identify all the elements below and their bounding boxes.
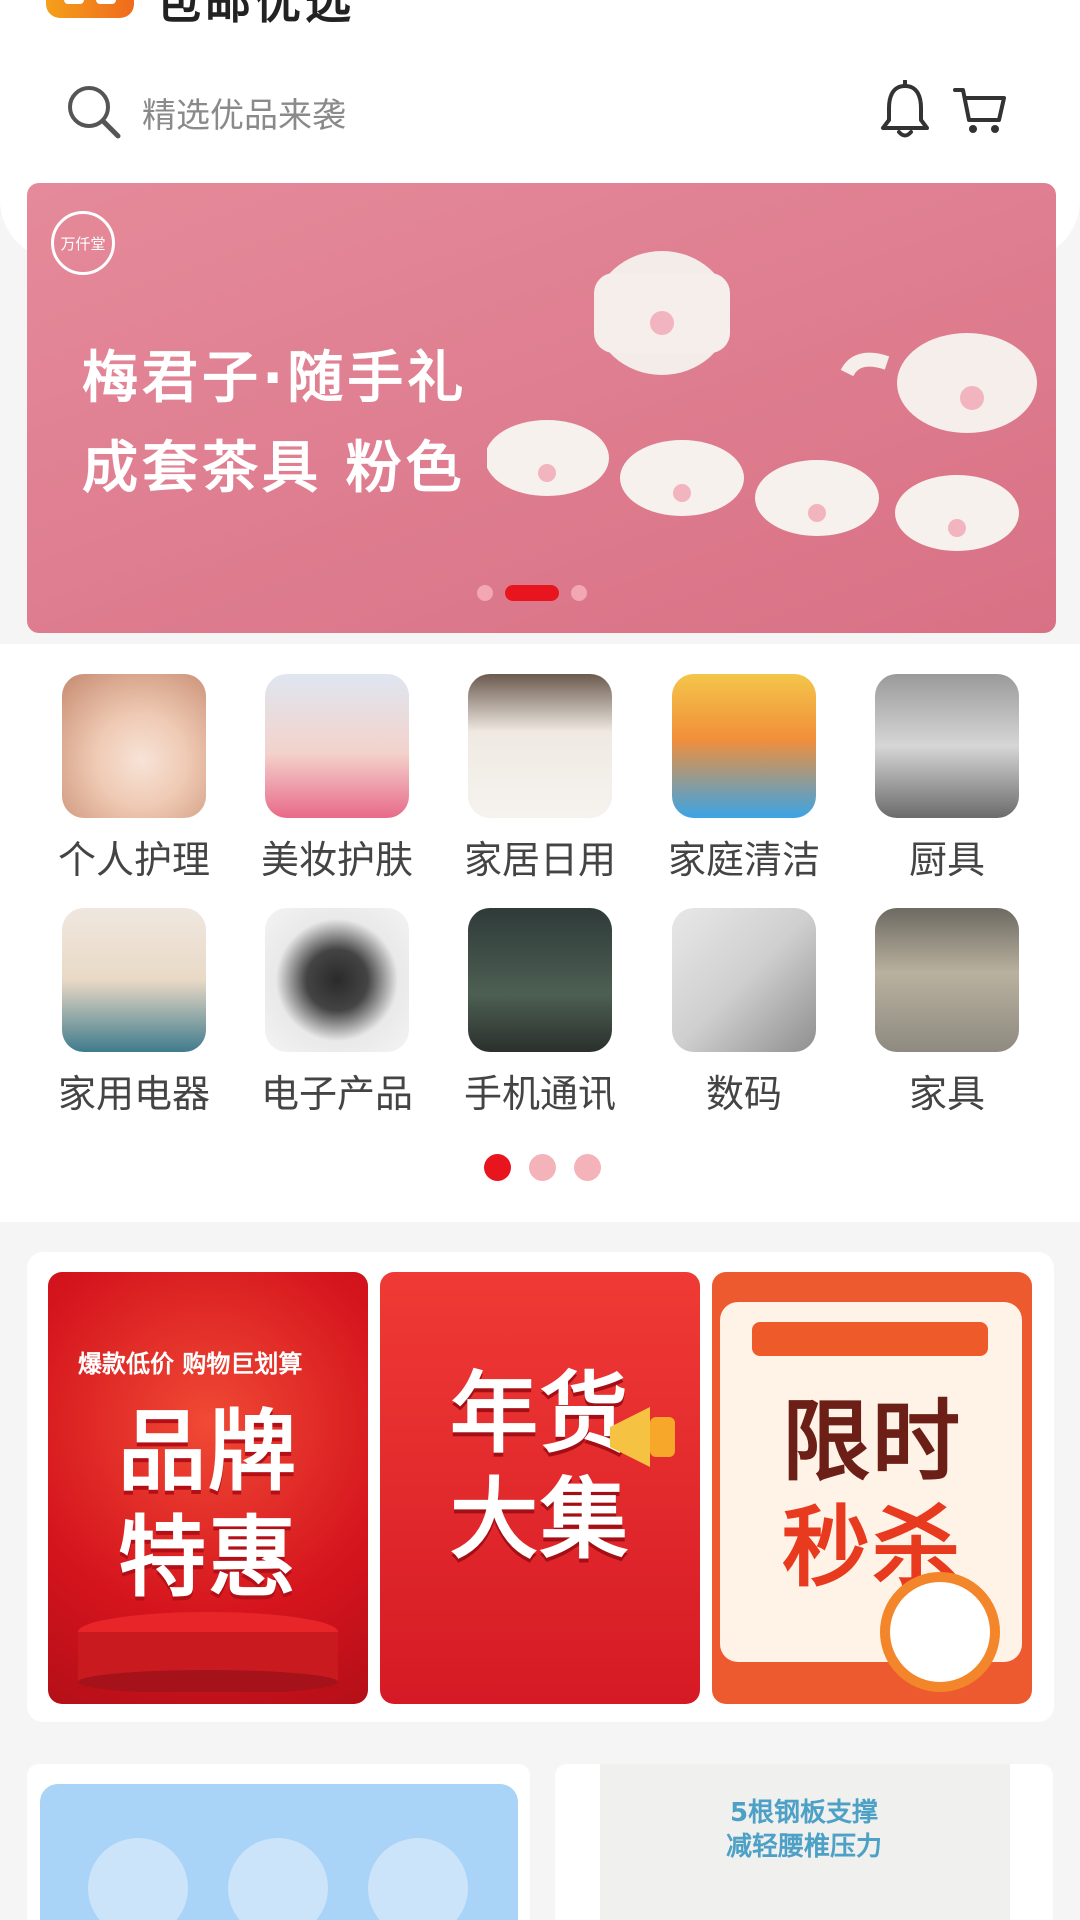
podium-illustration <box>78 1612 338 1692</box>
roll-icon <box>228 1838 328 1920</box>
category-label: 个人护理 <box>57 838 210 882</box>
category-appliances[interactable]: 家用电器 <box>22 908 226 1118</box>
cosmetics-photo-icon <box>265 674 409 818</box>
promo-card-flash-sale[interactable]: 限时 秒杀 <box>712 1272 1032 1704</box>
category-label: 家用电器 <box>57 1072 210 1116</box>
banner-subheadline: 成套茶具 粉色 <box>82 436 466 501</box>
promo-title: 秒杀 <box>781 1496 962 1599</box>
product-feature-line: 减轻腰椎压力 <box>725 1832 882 1862</box>
banner-dot[interactable] <box>477 585 493 601</box>
brand-badge: 万仟堂 <box>51 211 115 275</box>
category-pager-dot[interactable] <box>574 1154 601 1181</box>
promo-title: 特惠 <box>117 1506 298 1609</box>
hero-banner[interactable]: 万仟堂 梅君子·随手礼 成套茶具 粉色 <box>27 183 1056 633</box>
alarm-clock-icon <box>880 1572 1000 1692</box>
cart-icon[interactable] <box>952 82 1008 138</box>
app-logo-icon <box>46 0 134 18</box>
category-electronics[interactable]: 电子产品 <box>225 908 429 1118</box>
brand-name: 包邮优选 <box>155 0 355 29</box>
category-kitchenware[interactable]: 厨具 <box>835 674 1039 884</box>
search-icon[interactable] <box>64 82 122 140</box>
promo-title: 大集 <box>449 1468 630 1571</box>
category-grid: 个人护理 美妆护肤 家居日用 家庭清洁 厨具 家用电器 电子产品 手机通讯 数码… <box>0 644 1080 1222</box>
promo-title: 限时 <box>781 1390 962 1493</box>
furniture-photo-icon <box>875 908 1019 1052</box>
promo-section: 爆款低价 购物巨划算 品牌 特惠 年货 大集 限时 秒杀 <box>27 1252 1054 1722</box>
category-personal-care[interactable]: 个人护理 <box>22 674 226 884</box>
category-label: 电子产品 <box>260 1072 413 1116</box>
promo-card-brand-sale[interactable]: 爆款低价 购物巨划算 品牌 特惠 <box>48 1272 368 1704</box>
banner-dot[interactable] <box>571 585 587 601</box>
feather-icon <box>88 1838 188 1920</box>
category-pager-dot-active[interactable] <box>484 1154 511 1181</box>
banner-pager[interactable] <box>477 585 587 601</box>
tea-set-illustration <box>487 251 1037 551</box>
category-beauty[interactable]: 美妆护肤 <box>225 674 429 884</box>
category-label: 数码 <box>705 1072 782 1116</box>
banner-headline: 梅君子·随手礼 <box>82 346 468 411</box>
category-home-goods[interactable]: 家居日用 <box>428 674 632 884</box>
category-mobile[interactable]: 手机通讯 <box>428 908 632 1118</box>
smartphone-photo-icon <box>468 908 612 1052</box>
bell-icon[interactable] <box>878 80 932 140</box>
category-label: 手机通讯 <box>463 1072 616 1116</box>
storage-bins-photo-icon <box>468 674 612 818</box>
search-input[interactable]: 精选优品来袭 <box>142 88 346 137</box>
product-feature-line: 5根钢板支撑 <box>729 1798 879 1828</box>
product-feature-panel <box>40 1784 518 1920</box>
category-furniture[interactable]: 家具 <box>835 908 1039 1118</box>
promo-title: 品牌 <box>117 1400 298 1503</box>
category-label: 美妆护肤 <box>260 838 413 882</box>
digital-devices-photo-icon <box>672 908 816 1052</box>
category-pager[interactable] <box>484 1154 601 1181</box>
smartwatch-photo-icon <box>265 908 409 1052</box>
category-label: 家具 <box>908 1072 985 1116</box>
promo-card-new-year-market[interactable]: 年货 大集 <box>380 1272 700 1704</box>
category-label: 厨具 <box>908 838 985 882</box>
promo-ticket-bar <box>752 1322 988 1356</box>
cleaning-supplies-photo-icon <box>672 674 816 818</box>
face-mask-photo-icon <box>62 674 206 818</box>
promo-subtitle: 爆款低价 购物巨划算 <box>78 1350 303 1378</box>
category-label: 家居日用 <box>463 838 616 882</box>
category-label: 家庭清洁 <box>667 838 820 882</box>
cookware-photo-icon <box>875 674 1019 818</box>
heat-icon <box>368 1838 468 1920</box>
product-card-left[interactable] <box>27 1764 530 1920</box>
product-card-right[interactable]: 5根钢板支撑 减轻腰椎压力 <box>555 1764 1053 1920</box>
category-digital[interactable]: 数码 <box>632 908 836 1118</box>
megaphone-icon <box>610 1407 675 1467</box>
category-cleaning[interactable]: 家庭清洁 <box>632 674 836 884</box>
banner-dot-active[interactable] <box>505 585 559 601</box>
appliances-photo-icon <box>62 908 206 1052</box>
category-pager-dot[interactable] <box>529 1154 556 1181</box>
